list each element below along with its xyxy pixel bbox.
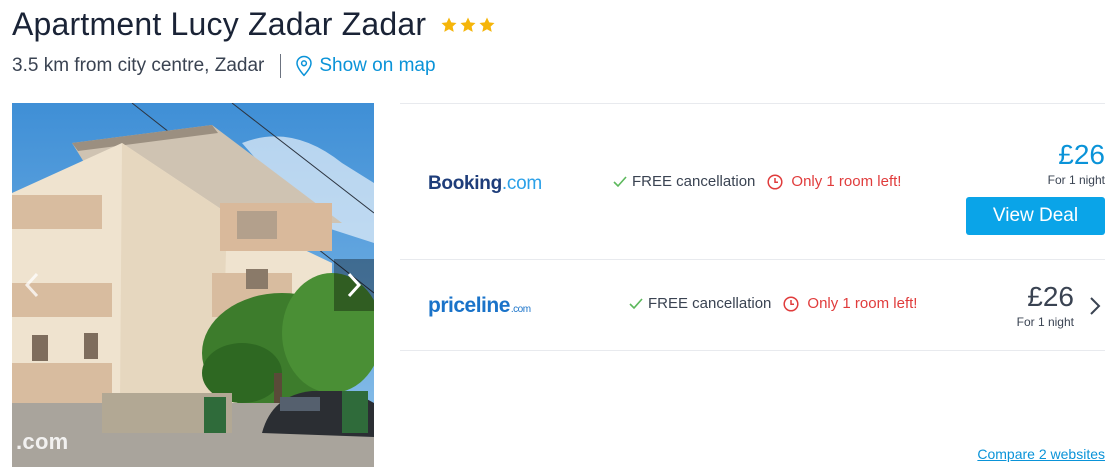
chevron-right-icon xyxy=(347,272,362,298)
compare-websites-link[interactable]: Compare 2 websites xyxy=(977,446,1105,462)
price-block: £26 For 1 night xyxy=(1048,139,1105,187)
price-block: £26 For 1 night xyxy=(1017,281,1074,329)
availability-text: Only 1 room left! xyxy=(807,295,918,312)
distance-text: 3.5 km from city centre, Zadar xyxy=(12,55,265,76)
price-period: For 1 night xyxy=(1047,173,1105,187)
star-icon xyxy=(479,17,495,32)
photo-prev-button[interactable] xyxy=(12,259,52,311)
clock-icon xyxy=(767,173,783,190)
star-icon xyxy=(460,17,476,32)
check-icon xyxy=(629,297,643,309)
divider xyxy=(280,54,282,78)
availability-text: Only 1 room left! xyxy=(791,173,902,190)
deal-features: FREE cancellation Only 1 room left! xyxy=(629,295,917,312)
deal-price: £26 xyxy=(1058,139,1105,170)
hotel-header: Apartment Lucy Zadar Zadar xyxy=(12,4,496,44)
priceline-logo: priceline.com xyxy=(428,294,531,318)
chevron-right-icon[interactable] xyxy=(1089,296,1101,316)
photo-watermark: .com xyxy=(16,429,69,454)
hotel-photo-image xyxy=(12,103,374,467)
chevron-left-icon xyxy=(24,272,39,298)
photo-next-button[interactable] xyxy=(334,259,374,311)
deal-features: FREE cancellation Only 1 room left! xyxy=(613,173,901,190)
free-cancellation-text: FREE cancellation xyxy=(632,173,756,190)
deals-list: Booking.com FREE cancellation Only 1 roo… xyxy=(400,103,1105,351)
hotel-photo[interactable]: .com xyxy=(12,103,374,467)
free-cancellation-text: FREE cancellation xyxy=(648,295,772,312)
booking-logo-text: Booking xyxy=(428,173,502,194)
priceline-logo-suffix: .com xyxy=(510,304,531,315)
view-deal-button[interactable]: View Deal xyxy=(966,197,1105,235)
booking-logo-suffix: .com xyxy=(501,173,542,194)
price-period: For 1 night xyxy=(1016,315,1074,329)
booking-logo: Booking.com xyxy=(428,173,542,195)
hotel-name: Apartment Lucy Zadar Zadar xyxy=(12,5,427,42)
check-icon xyxy=(613,175,627,187)
map-pin-icon xyxy=(296,55,313,77)
show-on-map-label: Show on map xyxy=(319,55,436,76)
location-row: 3.5 km from city centre, Zadar Show on m… xyxy=(12,52,436,80)
clock-icon xyxy=(783,295,799,312)
deal-row-priceline[interactable]: priceline.com FREE cancellation Only 1 r… xyxy=(400,259,1105,351)
show-on-map-link[interactable]: Show on map xyxy=(295,55,436,77)
priceline-logo-text: priceline xyxy=(428,294,510,317)
deal-row-booking[interactable]: Booking.com FREE cancellation Only 1 roo… xyxy=(400,103,1105,259)
star-icon xyxy=(441,17,457,32)
star-rating xyxy=(440,16,496,34)
deal-price: £26 xyxy=(1027,281,1074,312)
